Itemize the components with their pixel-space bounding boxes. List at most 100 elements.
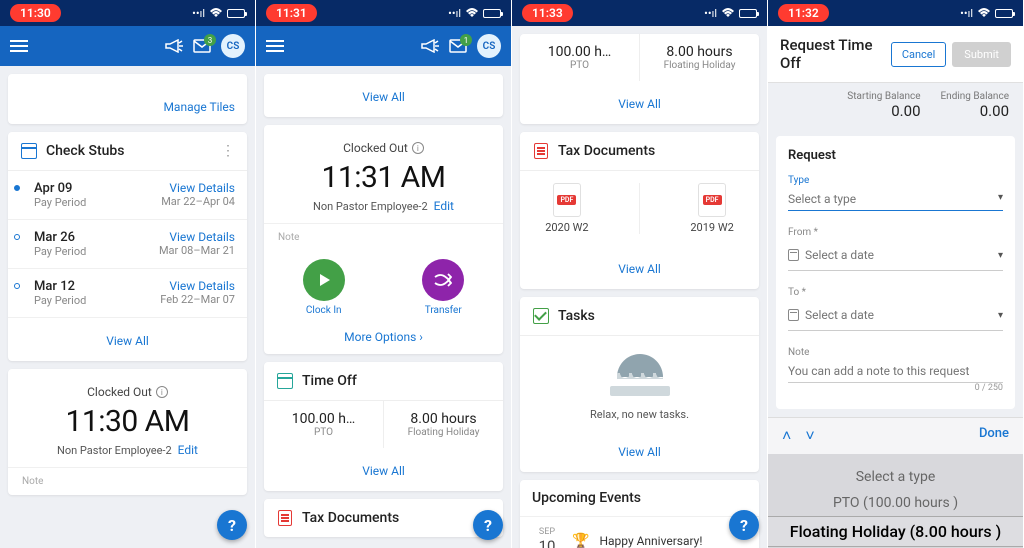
check-stubs-icon <box>20 142 38 160</box>
messages-icon[interactable]: 3 <box>193 39 211 53</box>
stub-row[interactable]: Mar 26Pay Period View DetailsMar 08–Mar … <box>8 220 247 269</box>
status-icons: ••ıl <box>704 7 757 20</box>
time-off-title: Time Off <box>302 373 491 389</box>
prev-field-icon[interactable]: ˄ <box>782 426 791 446</box>
help-fab[interactable]: ? <box>729 510 759 540</box>
megaphone-icon[interactable] <box>165 39 183 53</box>
note-input[interactable] <box>788 360 1003 383</box>
ending-balance-label: Ending Balance <box>941 91 1010 102</box>
view-all-link[interactable]: View All <box>618 262 661 276</box>
note-field[interactable]: Note 0 / 250 <box>788 347 1003 393</box>
calendar-icon <box>788 249 799 261</box>
megaphone-icon[interactable] <box>421 39 439 53</box>
transfer-icon <box>422 259 464 301</box>
pdf-item[interactable]: PDF2019 W2 <box>690 183 733 234</box>
clock-in-action[interactable]: Clock In <box>303 259 345 316</box>
help-fab[interactable]: ? <box>473 510 503 540</box>
clock-status: Clocked Out <box>343 141 408 155</box>
edit-link[interactable]: Edit <box>434 199 454 213</box>
note-label: Note <box>264 223 503 247</box>
manage-tiles-row: Manage Tiles <box>8 74 247 124</box>
next-field-icon[interactable]: ˅ <box>805 426 814 446</box>
view-all-link[interactable]: View All <box>618 97 661 111</box>
more-options-link[interactable]: More Options › <box>264 324 503 354</box>
transfer-action[interactable]: Transfer <box>422 259 464 316</box>
type-field[interactable]: Type ▾ <box>788 175 1003 211</box>
wifi-icon <box>721 8 735 18</box>
balance-cell[interactable]: 100.00 h…PTO <box>264 401 383 448</box>
stub-row[interactable]: Apr 09Pay Period View DetailsMar 22–Apr … <box>8 171 247 220</box>
pdf-icon: PDF <box>553 183 581 217</box>
type-input[interactable] <box>788 188 1003 211</box>
menu-icon[interactable] <box>266 40 284 52</box>
keyboard-toolbar: ˄ ˅ Done <box>768 417 1023 454</box>
view-details-link[interactable]: View Details <box>161 181 235 195</box>
to-label: To * <box>788 287 1003 298</box>
to-field[interactable]: To * ▾ <box>788 287 1003 331</box>
balance-cell[interactable]: 100.00 h…PTO <box>520 34 639 81</box>
manage-tiles-link[interactable]: Manage Tiles <box>163 100 235 114</box>
signal-icon: ••ıl <box>960 7 973 20</box>
section-title: Request <box>788 148 1003 163</box>
view-all-link[interactable]: View All <box>362 464 405 478</box>
nav-bar: 3 CS <box>0 26 255 66</box>
status-time: 11:32 <box>778 4 829 22</box>
edit-link[interactable]: Edit <box>178 443 198 457</box>
cancel-button[interactable]: Cancel <box>891 42 946 67</box>
type-label: Type <box>788 175 1003 186</box>
tax-docs-card: Tax Documents <box>264 499 503 537</box>
tasks-icon <box>532 307 550 325</box>
status-time: 11:31 <box>266 4 317 22</box>
balance-row: Starting Balance0.00 Ending Balance0.00 <box>768 83 1023 128</box>
time-off-icon <box>276 372 294 390</box>
to-input[interactable] <box>805 304 998 326</box>
from-input[interactable] <box>805 244 998 266</box>
chevron-right-icon: › <box>419 330 423 344</box>
signal-icon: ••ıl <box>192 7 205 20</box>
request-form: Request Type ▾ From * ▾ To * ▾ Note <box>776 136 1015 409</box>
screen-1: 11:30 ••ıl 3 CS Manage Tiles <box>0 0 256 548</box>
battery-icon <box>483 9 501 18</box>
view-all-link[interactable]: View All <box>618 445 661 459</box>
submit-button[interactable]: Submit <box>952 42 1011 67</box>
avatar[interactable]: CS <box>221 34 245 58</box>
check-stubs-card: Check Stubs ⋮ Apr 09Pay Period View Deta… <box>8 132 247 361</box>
pdf-item[interactable]: PDF2020 W2 <box>545 183 588 234</box>
menu-icon[interactable] <box>10 40 28 52</box>
calendar-icon <box>788 309 799 321</box>
note-label: Note <box>788 347 1003 358</box>
upcoming-title: Upcoming Events <box>532 490 747 506</box>
battery-icon <box>995 9 1013 18</box>
view-all-link[interactable]: View All <box>106 334 149 348</box>
picker-option[interactable]: Select a type <box>768 464 1023 490</box>
avatar[interactable]: CS <box>477 34 501 58</box>
info-icon[interactable]: i <box>156 386 168 398</box>
clock-employee: Non Pastor Employee-2 <box>313 200 428 213</box>
clock-card: Clocked Out i 11:31 AM Non Pastor Employ… <box>264 125 503 354</box>
event-row[interactable]: SEP10 🏆 Happy Anniversary! <box>520 516 759 548</box>
picker-option[interactable]: PTO (100.00 hours ) <box>768 490 1023 516</box>
from-label: From * <box>788 227 1003 238</box>
clock-time: 11:31 AM <box>264 160 503 195</box>
info-icon[interactable]: i <box>412 142 424 154</box>
status-icons: ••ıl <box>960 7 1013 20</box>
done-button[interactable]: Done <box>979 426 1009 446</box>
balance-cell[interactable]: 8.00 hoursFloating Holiday <box>383 401 503 448</box>
page-header: Request Time Off Cancel Submit <box>768 26 1023 83</box>
from-field[interactable]: From * ▾ <box>788 227 1003 271</box>
tasks-empty-text: Relax, no new tasks. <box>520 408 759 421</box>
kebab-icon[interactable]: ⋮ <box>221 143 235 159</box>
balance-cell[interactable]: 8.00 hoursFloating Holiday <box>639 34 759 81</box>
view-all-link[interactable]: View All <box>362 90 405 104</box>
clock-time: 11:30 AM <box>8 404 247 439</box>
picker-option-selected[interactable]: Floating Holiday (8.00 hours ) <box>768 516 1023 547</box>
stub-row[interactable]: Mar 12Pay Period View DetailsFeb 22–Mar … <box>8 269 247 318</box>
view-details-link[interactable]: View Details <box>160 279 235 293</box>
wifi-icon <box>977 8 991 18</box>
tasks-title: Tasks <box>558 308 747 324</box>
picker-wheel[interactable]: Select a type PTO (100.00 hours ) Floati… <box>768 454 1023 548</box>
view-details-link[interactable]: View Details <box>159 230 235 244</box>
help-fab[interactable]: ? <box>217 510 247 540</box>
messages-icon[interactable]: 1 <box>449 39 467 53</box>
trophy-icon: 🏆 <box>572 533 589 548</box>
